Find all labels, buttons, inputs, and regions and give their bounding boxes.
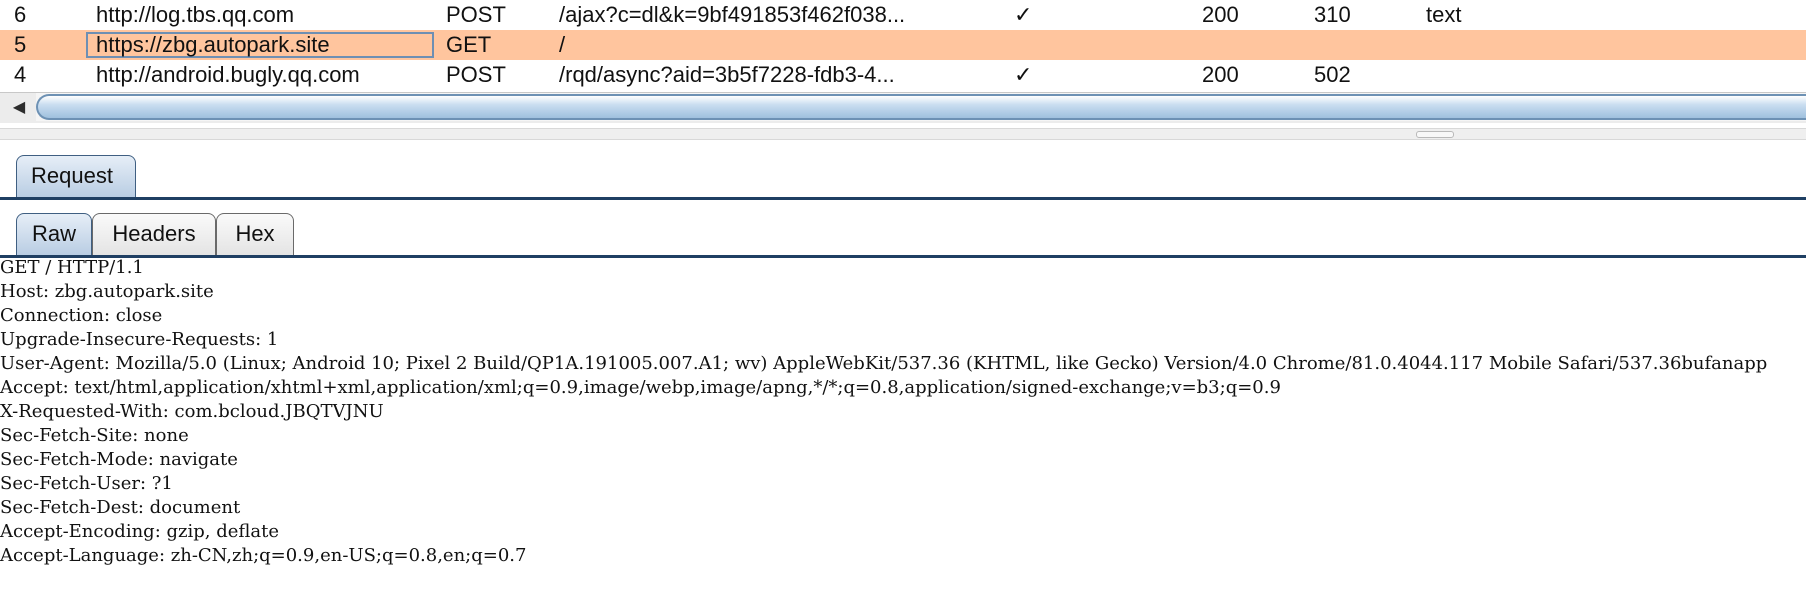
row-url: /ajax?c=dl&k=9bf491853f462f038... [559,2,906,27]
row-length: 310 [1314,2,1351,27]
row-number: 6 [14,2,27,27]
row-number: 5 [14,32,27,57]
row-method: POST [446,2,506,27]
header-x-requested-with: X-Requested-With: com.bcloud.JBQTVJNU [0,401,384,422]
header-user-agent: User-Agent: Mozilla/5.0 (Linux; Android … [0,353,1768,374]
tab-raw[interactable]: Raw [16,213,92,255]
table-row[interactable]: 6 http://log.tbs.qq.com POST /ajax?c=dl&… [0,0,1806,30]
proxy-history-table: 6 http://log.tbs.qq.com POST /ajax?c=dl&… [0,0,1806,90]
scroll-left-arrow-icon[interactable]: ◀ [4,95,34,121]
view-tab-strip: Raw Headers Hex [0,198,1806,258]
row-status: 200 [1202,2,1239,27]
row-host: http://log.tbs.qq.com [96,2,295,27]
row-edited [1014,30,1054,60]
check-icon: ✓ [1014,2,1033,27]
row-host: https://zbg.autopark.site [96,32,330,57]
row-number: 4 [14,62,27,87]
row-status: 200 [1202,62,1239,87]
split-pane-divider[interactable] [0,128,1806,140]
tab-headers[interactable]: Headers [92,213,216,255]
header-sec-fetch-site: Sec-Fetch-Site: none [0,425,189,446]
header-accept-language: Accept-Language: zh-CN,zh;q=0.9,en-US;q=… [0,545,527,566]
raw-request-editor[interactable]: GET / HTTP/1.1 Host: zbg.autopark.site C… [0,256,1806,568]
header-accept: Accept: text/html,application/xhtml+xml,… [0,377,1281,398]
tab-request[interactable]: Request [16,155,136,197]
table-row[interactable]: 4 http://android.bugly.qq.com POST /rqd/… [0,60,1806,90]
row-length [1314,30,1394,60]
divider-grip-icon[interactable] [1416,131,1454,138]
row-length: 502 [1314,62,1351,87]
row-url: / [559,32,566,57]
message-tab-strip: Request [0,140,1806,200]
row-status [1202,30,1282,60]
header-accept-encoding: Accept-Encoding: gzip, deflate [0,521,280,542]
tab-hex[interactable]: Hex [216,213,294,255]
header-sec-fetch-dest: Sec-Fetch-Dest: document [0,497,241,518]
row-mime: text [1426,2,1462,27]
header-connection: Connection: close [0,305,163,326]
header-sec-fetch-user: Sec-Fetch-User: ?1 [0,473,173,494]
row-method: POST [446,62,506,87]
horizontal-scrollbar[interactable]: ◀ [0,92,1806,123]
row-method: GET [446,32,492,57]
request-line: GET / HTTP/1.1 [0,257,144,278]
header-sec-fetch-mode: Sec-Fetch-Mode: navigate [0,449,238,470]
header-host: Host: zbg.autopark.site [0,281,214,302]
row-host: http://android.bugly.qq.com [96,62,360,87]
row-url: /rqd/async?aid=3b5f7228-fdb3-4... [559,62,895,87]
check-icon: ✓ [1014,62,1033,87]
table-row-selected[interactable]: 5 https://zbg.autopark.site GET / [0,30,1806,60]
header-upgrade-insecure-requests: Upgrade-Insecure-Requests: 1 [0,329,279,350]
row-mime [1426,30,1546,60]
row-mime [1426,60,1546,90]
scrollbar-thumb[interactable] [36,94,1806,120]
